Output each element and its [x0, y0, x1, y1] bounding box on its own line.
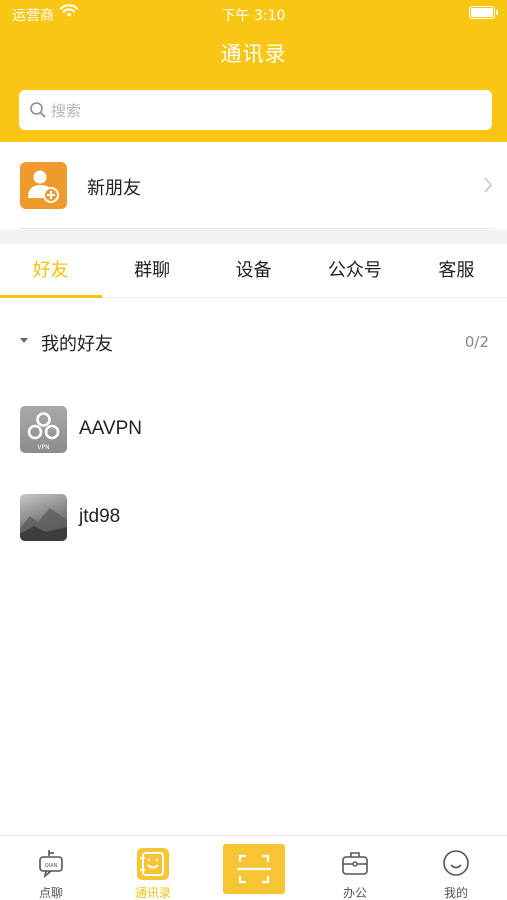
chevron-right-icon [484, 177, 492, 193]
status-time: 下午 3:10 [221, 8, 286, 24]
status-bar: 运营商 下午 3:10 [0, 0, 507, 28]
page-title: 通讯录 [220, 42, 287, 66]
vpn-avatar: VPN [20, 406, 67, 453]
active-tab-indicator [0, 295, 102, 298]
group-count: 0/2 [464, 333, 489, 351]
vpn-avatar-caption: VPN [37, 444, 49, 451]
tabbar-item-scan[interactable] [204, 836, 304, 900]
profile-icon [443, 850, 469, 876]
chat-icon: QIAN [39, 850, 63, 878]
tab-customer-service[interactable]: 客服 [406, 244, 507, 298]
briefcase-icon [342, 852, 368, 875]
tabbar-item-office[interactable]: 办公 [304, 836, 406, 900]
tabbar-item-profile[interactable]: 我的 [405, 836, 507, 900]
add-user-icon [20, 162, 67, 209]
group-title: 我的好友 [41, 334, 113, 355]
list-item[interactable]: jtd98 [0, 483, 507, 553]
tabbar-label: 点聊 [38, 886, 63, 900]
contacts-icon [137, 848, 169, 880]
list-item[interactable]: VPN AAVPN [0, 395, 507, 465]
search-placeholder: 搜索 [51, 102, 82, 120]
friend-name: AAVPN [79, 418, 143, 439]
chat-icon-text: QIAN [45, 863, 58, 869]
tab-devices[interactable]: 设备 [203, 244, 304, 298]
scan-button [223, 844, 285, 894]
section-separator [0, 230, 507, 244]
header: 运营商 下午 3:10 通讯录 搜索 [0, 0, 507, 142]
battery-icon [469, 6, 498, 19]
divider [19, 228, 495, 229]
contact-tabs: 好友 群聊 设备 公众号 客服 [0, 244, 507, 298]
new-friends-label: 新朋友 [87, 178, 141, 199]
search-input[interactable]: 搜索 [19, 90, 492, 130]
tabbar-item-chat[interactable]: QIAN 点聊 [0, 836, 102, 900]
search-icon [30, 102, 46, 118]
tab-groups[interactable]: 群聊 [101, 244, 202, 298]
scan-icon [237, 854, 271, 884]
photo-avatar [20, 494, 67, 541]
new-friends-row[interactable]: 新朋友 [0, 142, 507, 230]
friend-group-header[interactable]: 我的好友 0/2 [0, 318, 507, 364]
caret-down-icon [20, 338, 28, 343]
friend-name: jtd98 [79, 506, 121, 527]
bottom-tab-bar: QIAN 点聊 通讯录 办公 我的 [0, 835, 507, 900]
tab-friends[interactable]: 好友 [0, 244, 101, 298]
tabbar-label: 办公 [342, 886, 367, 900]
tabbar-label: 通讯录 [134, 886, 171, 900]
tab-official-accounts[interactable]: 公众号 [304, 244, 405, 298]
tabbar-label: 我的 [443, 886, 468, 900]
tabbar-item-contacts[interactable]: 通讯录 [102, 836, 204, 900]
